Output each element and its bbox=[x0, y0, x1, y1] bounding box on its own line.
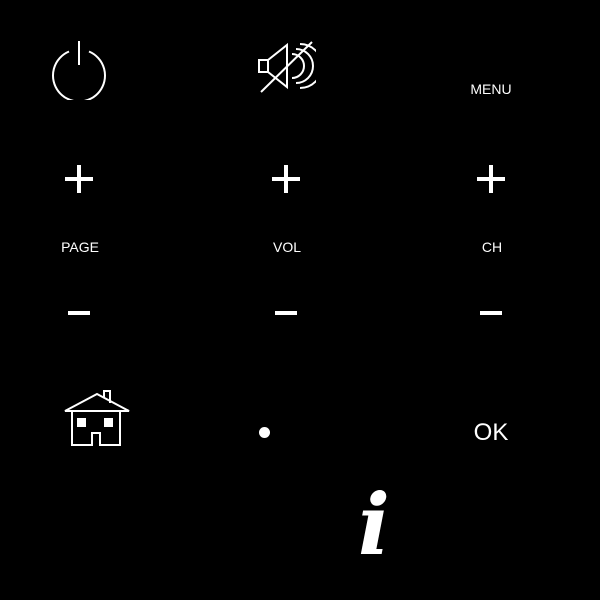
info-button[interactable]: i bbox=[345, 475, 403, 574]
minus-icon bbox=[478, 309, 504, 317]
volume-down-button[interactable] bbox=[265, 298, 307, 328]
dot-button[interactable] bbox=[250, 418, 278, 446]
channel-label: CH bbox=[481, 239, 503, 255]
tv-remote-panel: MENU PAGE VOL CH OK i bbox=[0, 0, 600, 600]
page-up-button[interactable] bbox=[58, 158, 100, 200]
channel-up-button[interactable] bbox=[470, 158, 512, 200]
dot-icon bbox=[258, 426, 270, 438]
power-button[interactable] bbox=[48, 38, 110, 100]
info-icon: i bbox=[358, 475, 390, 574]
plus-icon bbox=[63, 163, 95, 195]
channel-down-button[interactable] bbox=[470, 298, 512, 328]
mute-button[interactable] bbox=[256, 40, 316, 94]
ok-button[interactable]: OK bbox=[460, 414, 522, 452]
plus-icon bbox=[270, 163, 302, 195]
plus-icon bbox=[475, 163, 507, 195]
minus-icon bbox=[66, 309, 92, 317]
page-label: PAGE bbox=[61, 239, 99, 255]
menu-label: MENU bbox=[470, 81, 512, 97]
volume-label: VOL bbox=[272, 239, 301, 255]
mute-icon bbox=[256, 40, 316, 94]
page-down-button[interactable] bbox=[58, 298, 100, 328]
home-icon bbox=[62, 388, 132, 450]
ok-label: OK bbox=[473, 419, 509, 446]
minus-icon bbox=[273, 309, 299, 317]
home-button[interactable] bbox=[62, 388, 132, 450]
volume-up-button[interactable] bbox=[265, 158, 307, 200]
menu-button[interactable]: MENU bbox=[455, 76, 527, 102]
power-icon bbox=[48, 38, 110, 100]
